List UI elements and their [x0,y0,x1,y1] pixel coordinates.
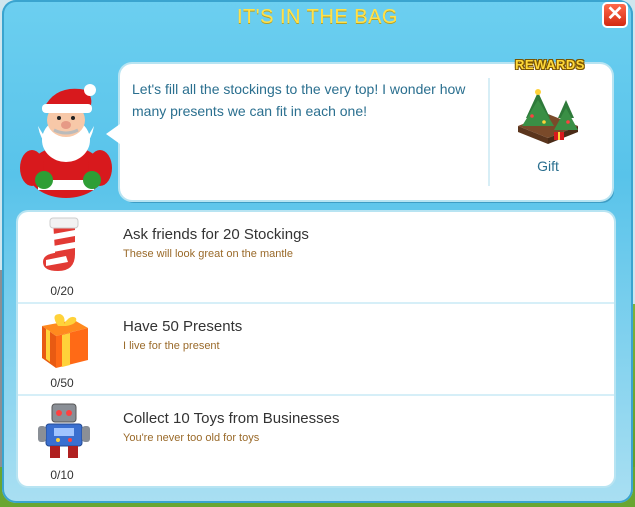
task-row: 0/50 Have 50 Presents I live for the pre… [18,304,614,394]
task-progress: 0/10 [50,468,74,482]
speech-tail [106,124,120,144]
speech-bubble: Let's fill all the stockings to the very… [106,57,612,200]
task-subtitle: I live for the present [123,340,220,352]
task-list: 0/20 Ask friends for 20 Stockings These … [18,212,614,486]
task-subtitle: These will look great on the mantle [123,248,293,260]
task-subtitle: You're never too old for toys [123,432,260,444]
close-button[interactable]: ✕ [602,2,628,28]
stocking-icon [40,217,79,274]
present-icon [42,314,88,368]
dialog-title: IT'S IN THE BAG [237,6,398,28]
toy-robot-icon [38,403,90,458]
task-progress: 0/50 [50,376,74,390]
santa-character-icon [20,84,112,198]
task-row: 0/20 Ask friends for 20 Stockings These … [18,212,614,302]
christmas-tree-gift-icon[interactable] [508,86,588,154]
game-scene: IT'S IN THE BAG ✕ Let's fill all the sto… [0,0,635,507]
speech-text: Let's fill all the stockings to the very… [132,81,466,119]
rewards-badge: REWARDS [515,57,585,72]
task-row: 0/10 Collect 10 Toys from Businesses You… [18,396,614,486]
reward-label: Gift [537,158,559,174]
quest-dialog: IT'S IN THE BAG ✕ Let's fill all the sto… [2,0,633,503]
task-progress: 0/20 [50,284,74,298]
task-title: Collect 10 Toys from Businesses [123,410,340,427]
task-title: Have 50 Presents [123,318,243,335]
divider [488,78,490,186]
task-title: Ask friends for 20 Stockings [123,226,309,243]
